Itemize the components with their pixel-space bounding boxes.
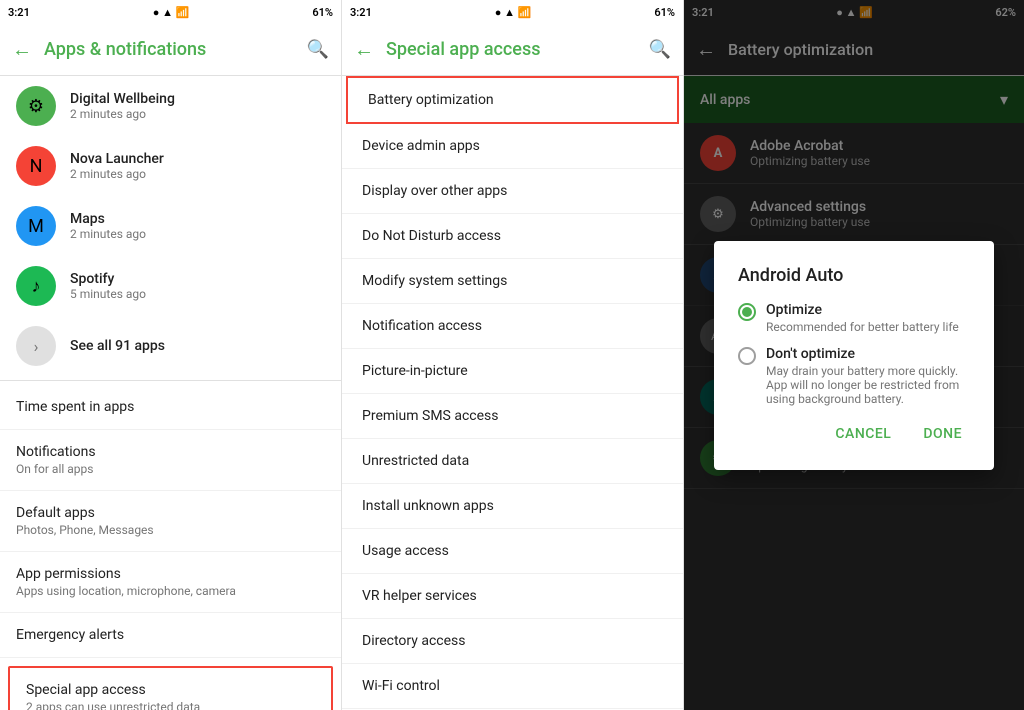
right-panel: 3:21 ● ▲ 📶 62% ← Battery optimization Al…: [684, 0, 1024, 710]
modify-system-item[interactable]: Modify system settings: [342, 259, 683, 304]
do-not-disturb-label: Do Not Disturb access: [362, 228, 501, 244]
setting-subtitle: Apps using location, microphone, camera: [16, 584, 325, 598]
optimize-option[interactable]: Optimize Recommended for better battery …: [738, 302, 970, 334]
special-app-access-item[interactable]: Special app access 2 apps can use unrest…: [8, 666, 333, 710]
list-item[interactable]: N Nova Launcher 2 minutes ago: [0, 136, 341, 196]
middle-top-bar: ← Special app access 🔍: [342, 24, 683, 76]
directory-access-item[interactable]: Directory access: [342, 619, 683, 664]
premium-sms-item[interactable]: Premium SMS access: [342, 394, 683, 439]
left-scroll-content: ⚙ Digital Wellbeing 2 minutes ago N Nova…: [0, 76, 341, 710]
wifi-control-label: Wi-Fi control: [362, 678, 440, 694]
setting-title: Notifications: [16, 444, 325, 460]
left-panel: 3:21 ● ▲ 📶 61% ← Apps & notifications 🔍 …: [0, 0, 342, 710]
setting-title: Time spent in apps: [16, 399, 325, 415]
middle-search-icon[interactable]: 🔍: [649, 39, 671, 60]
setting-title: App permissions: [16, 566, 325, 582]
picture-in-picture-item[interactable]: Picture-in-picture: [342, 349, 683, 394]
unrestricted-data-item[interactable]: Unrestricted data: [342, 439, 683, 484]
battery-optimization-item[interactable]: Battery optimization: [346, 76, 679, 124]
list-item[interactable]: ⚙ Digital Wellbeing 2 minutes ago: [0, 76, 341, 136]
time-spent-item[interactable]: Time spent in apps: [0, 385, 341, 430]
avatar: ⚙: [16, 86, 56, 126]
notification-access-label: Notification access: [362, 318, 482, 334]
see-all-label: See all 91 apps: [70, 338, 165, 354]
middle-back-button[interactable]: ←: [354, 37, 374, 62]
app-permissions-item[interactable]: App permissions Apps using location, mic…: [0, 552, 341, 613]
android-auto-dialog: Android Auto Optimize Recommended for be…: [714, 241, 994, 470]
dialog-overlay: Android Auto Optimize Recommended for be…: [684, 0, 1024, 710]
usage-access-label: Usage access: [362, 543, 449, 559]
list-item[interactable]: M Maps 2 minutes ago: [0, 196, 341, 256]
optimize-desc: Recommended for better battery life: [766, 320, 959, 334]
picture-in-picture-label: Picture-in-picture: [362, 363, 468, 379]
setting-subtitle: On for all apps: [16, 462, 325, 476]
battery-optimization-label: Battery optimization: [368, 92, 494, 108]
middle-page-title: Special app access: [386, 39, 649, 60]
dont-optimize-label: Don't optimize: [766, 346, 970, 362]
app-time: 2 minutes ago: [70, 227, 146, 241]
middle-time: 3:21: [350, 6, 372, 19]
setting-title: Emergency alerts: [16, 627, 325, 643]
app-name: Maps: [70, 211, 146, 227]
notification-access-item[interactable]: Notification access: [342, 304, 683, 349]
avatar: M: [16, 206, 56, 246]
modify-system-label: Modify system settings: [362, 273, 507, 289]
vr-helper-label: VR helper services: [362, 588, 477, 604]
notifications-item[interactable]: Notifications On for all apps: [0, 430, 341, 491]
app-time: 2 minutes ago: [70, 167, 164, 181]
usage-access-item[interactable]: Usage access: [342, 529, 683, 574]
dialog-actions: Cancel Done: [738, 422, 970, 446]
display-over-item[interactable]: Display over other apps: [342, 169, 683, 214]
emergency-alerts-item[interactable]: Emergency alerts: [0, 613, 341, 658]
dialog-title: Android Auto: [738, 265, 970, 286]
install-unknown-label: Install unknown apps: [362, 498, 494, 514]
default-apps-item[interactable]: Default apps Photos, Phone, Messages: [0, 491, 341, 552]
display-over-label: Display over other apps: [362, 183, 507, 199]
do-not-disturb-item[interactable]: Do Not Disturb access: [342, 214, 683, 259]
left-top-bar: ← Apps & notifications 🔍: [0, 24, 341, 76]
left-time: 3:21: [8, 6, 30, 19]
middle-signal-icon: ● ▲ 📶: [495, 6, 532, 19]
left-signal-icon: ● ▲ 📶: [153, 6, 190, 19]
divider: [0, 380, 341, 381]
avatar: ♪: [16, 266, 56, 306]
app-name: Spotify: [70, 271, 146, 287]
directory-access-label: Directory access: [362, 633, 466, 649]
setting-title: Default apps: [16, 505, 325, 521]
left-battery: 61%: [312, 6, 333, 19]
setting-title: Special app access: [26, 682, 315, 698]
list-item[interactable]: ♪ Spotify 5 minutes ago: [0, 256, 341, 316]
unrestricted-data-label: Unrestricted data: [362, 453, 469, 469]
device-admin-label: Device admin apps: [362, 138, 480, 154]
middle-status-bar: 3:21 ● ▲ 📶 61%: [342, 0, 683, 24]
device-admin-item[interactable]: Device admin apps: [342, 124, 683, 169]
left-search-icon[interactable]: 🔍: [307, 39, 329, 60]
chevron-right-icon: ›: [16, 326, 56, 366]
see-all-apps-button[interactable]: › See all 91 apps: [0, 316, 341, 376]
middle-battery: 61%: [654, 6, 675, 19]
middle-scroll-content: Battery optimization Device admin apps D…: [342, 76, 683, 710]
wifi-control-item[interactable]: Wi-Fi control: [342, 664, 683, 709]
optimize-radio[interactable]: [738, 303, 756, 321]
app-name: Digital Wellbeing: [70, 91, 175, 107]
done-button[interactable]: Done: [915, 422, 970, 446]
avatar: N: [16, 146, 56, 186]
install-unknown-item[interactable]: Install unknown apps: [342, 484, 683, 529]
left-back-button[interactable]: ←: [12, 37, 32, 62]
premium-sms-label: Premium SMS access: [362, 408, 499, 424]
app-time: 5 minutes ago: [70, 287, 146, 301]
vr-helper-item[interactable]: VR helper services: [342, 574, 683, 619]
app-time: 2 minutes ago: [70, 107, 175, 121]
left-status-bar: 3:21 ● ▲ 📶 61%: [0, 0, 341, 24]
app-name: Nova Launcher: [70, 151, 164, 167]
dont-optimize-desc: May drain your battery more quickly. App…: [766, 364, 970, 406]
setting-subtitle: 2 apps can use unrestricted data: [26, 700, 315, 710]
cancel-button[interactable]: Cancel: [827, 422, 899, 446]
optimize-label: Optimize: [766, 302, 959, 318]
dont-optimize-radio[interactable]: [738, 347, 756, 365]
setting-subtitle: Photos, Phone, Messages: [16, 523, 325, 537]
middle-panel: 3:21 ● ▲ 📶 61% ← Special app access 🔍 Ba…: [342, 0, 684, 710]
left-page-title: Apps & notifications: [44, 39, 307, 60]
dont-optimize-option[interactable]: Don't optimize May drain your battery mo…: [738, 346, 970, 406]
